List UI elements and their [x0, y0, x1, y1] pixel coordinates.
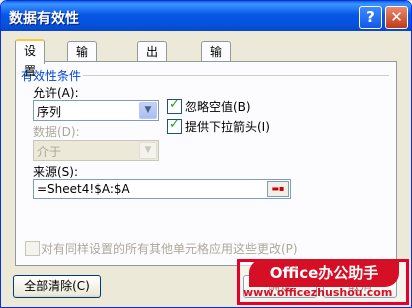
ignore-blank-checkbox[interactable]	[167, 97, 182, 114]
tab-error-alert[interactable]: 出错警告	[137, 41, 168, 119]
ignore-blank-label: 忽略空值(B)	[185, 100, 251, 114]
data-validation-dialog: 数据有效性 ? ✕ 设置 输入信息 出错警告 输入法模式 有效性条件 允许(A)…	[0, 0, 412, 308]
tab-ime-mode[interactable]: 输入法模式	[201, 41, 232, 139]
chevron-down-icon[interactable]: ▼	[139, 142, 157, 159]
source-value: =Sheet4!$A:$A	[37, 182, 130, 196]
tab-input-message[interactable]: 输入信息	[67, 41, 98, 119]
dialog-title: 数据有效性	[9, 11, 79, 27]
dropdown-label: 提供下拉箭头(I)	[185, 120, 270, 134]
source-label: 来源(S):	[33, 165, 79, 179]
clear-all-button[interactable]: 全部清除(C)	[13, 275, 101, 298]
watermark-url: www.officezhushou.com	[243, 286, 393, 299]
range-select-icon[interactable]: ▬▪	[267, 181, 289, 197]
apply-all-checkbox[interactable]	[25, 241, 40, 256]
allow-value: 序列	[37, 105, 62, 119]
dropdown-checkbox[interactable]	[167, 117, 182, 134]
help-button[interactable]: ?	[359, 6, 382, 29]
close-button[interactable]: ✕	[385, 6, 408, 29]
allow-label: 允许(A):	[33, 86, 79, 100]
data-value: 介于	[37, 145, 62, 159]
tab-settings[interactable]: 设置	[15, 39, 46, 78]
data-label: 数据(D):	[33, 125, 80, 139]
apply-all-label: 对有同样设置的所有其他单元格应用这些更改(P)	[41, 242, 298, 256]
group-divider	[83, 75, 389, 76]
allow-select[interactable]: 序列 ▼	[33, 100, 159, 121]
chevron-down-icon[interactable]: ▼	[139, 102, 157, 119]
title-bar[interactable]: 数据有效性 ? ✕	[1, 1, 411, 31]
source-input[interactable]: =Sheet4!$A:$A ▬▪	[33, 179, 291, 199]
data-select[interactable]: 介于 ▼	[33, 140, 159, 161]
watermark-logo: Office办公助手	[249, 259, 399, 287]
